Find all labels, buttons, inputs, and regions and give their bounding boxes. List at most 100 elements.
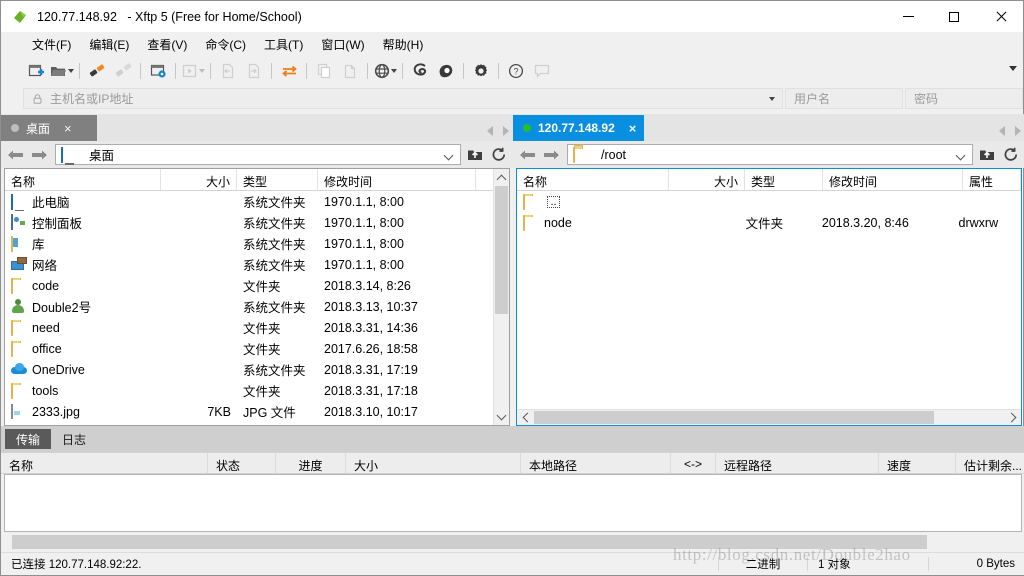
menu-view[interactable]: 查看(V) (138, 33, 196, 56)
remote-up-folder-button[interactable] (975, 143, 999, 167)
chevron-down-icon[interactable] (390, 69, 397, 73)
column-header-name[interactable]: 名称 (517, 169, 669, 190)
local-path-input[interactable]: 桌面 (55, 144, 461, 165)
menu-window[interactable]: 窗口(W) (312, 33, 373, 56)
table-row[interactable]: office 文件夹 2017.6.26, 18:58 (5, 338, 509, 359)
xshell-icon[interactable] (407, 59, 433, 83)
cell-modified: 2018.3.13, 10:37 (324, 299, 418, 314)
transfer-horizontal-scrollbar[interactable] (4, 534, 1022, 550)
username-input[interactable]: 用户名 (785, 87, 903, 109)
table-row[interactable]: 控制面板 系统文件夹 1970.1.1, 8:00 (5, 212, 509, 233)
host-input[interactable]: 主机名或IP地址 (23, 87, 783, 109)
tab-scroll-left-icon[interactable] (487, 126, 493, 136)
table-row[interactable]: 2333.jpg 7KB JPG 文件 2018.3.10, 10:17 (5, 401, 509, 422)
local-refresh-button[interactable] (487, 143, 511, 167)
table-row[interactable]: 库 系统文件夹 1970.1.1, 8:00 (5, 233, 509, 254)
password-input[interactable]: 密码 (905, 87, 1023, 109)
toolbar-overflow-icon[interactable] (1009, 66, 1017, 71)
help-icon[interactable]: ? (503, 59, 529, 83)
path-dropdown-icon[interactable] (443, 150, 454, 161)
remote-horizontal-scrollbar[interactable] (517, 409, 1021, 425)
tab-close-icon[interactable]: × (629, 121, 637, 136)
forward-button[interactable] (27, 143, 51, 167)
column-header-size[interactable]: 大小 (161, 169, 237, 190)
sync-browse-icon[interactable] (276, 59, 302, 83)
table-row[interactable]: OneDrive 系统文件夹 2018.3.31, 17:19 (5, 359, 509, 380)
gear-icon[interactable] (468, 59, 494, 83)
column-header-attributes[interactable]: 属性 (963, 169, 1021, 190)
session-manager-icon[interactable] (145, 59, 171, 83)
table-row[interactable]: tools 文件夹 2018.3.31, 17:18 (5, 380, 509, 401)
back-button[interactable] (515, 143, 539, 167)
lock-icon (33, 93, 42, 104)
xmanager-icon[interactable] (433, 59, 459, 83)
column-header-speed[interactable]: 速度 (879, 453, 956, 473)
open-folder-icon[interactable] (49, 59, 75, 83)
column-header-progress[interactable]: 进度 (276, 453, 346, 473)
table-row[interactable]: need 文件夹 2018.3.31, 14:36 (5, 317, 509, 338)
column-header-name[interactable]: 名称 (1, 453, 208, 473)
minimize-button[interactable] (885, 1, 931, 32)
column-header-direction[interactable]: <-> (671, 453, 716, 473)
globe-icon[interactable] (372, 59, 398, 83)
tab-transfer[interactable]: 传输 (5, 429, 52, 449)
tab-scroll-left-icon[interactable] (999, 126, 1005, 136)
remote-refresh-button[interactable] (999, 143, 1023, 167)
tab-remote-host[interactable]: 120.77.148.92 × (513, 115, 645, 141)
cell-type: 文件夹 (243, 385, 281, 399)
table-row[interactable]: Double2号 系统文件夹 2018.3.13, 10:37 (5, 296, 509, 317)
table-row[interactable]: code 文件夹 2018.3.14, 8:26 (5, 275, 509, 296)
scrollbar-thumb[interactable] (534, 411, 934, 424)
chevron-down-icon[interactable] (68, 69, 74, 73)
scroll-left-button[interactable] (517, 410, 534, 425)
scroll-up-button[interactable] (494, 169, 509, 186)
column-header-status[interactable]: 状态 (208, 453, 276, 473)
tab-log[interactable]: 日志 (51, 429, 97, 449)
local-file-list[interactable]: 名称 大小 类型 修改时间 此电脑 系统文件夹 1970.1.1, 8:00 控制面板… (4, 168, 510, 426)
new-session-icon[interactable] (23, 59, 49, 83)
transfer-list-body[interactable] (4, 474, 1022, 532)
column-header-size[interactable]: 大小 (346, 453, 521, 473)
tab-scroll-right-icon[interactable] (1015, 126, 1021, 136)
close-button[interactable] (977, 1, 1023, 32)
connect-icon[interactable] (84, 59, 110, 83)
tab-scroll-right-icon[interactable] (503, 126, 509, 136)
scroll-right-button[interactable] (1004, 410, 1021, 425)
remote-path-input[interactable]: /root (567, 144, 973, 165)
tab-close-icon[interactable]: × (64, 121, 72, 136)
column-header-size[interactable]: 大小 (669, 169, 745, 190)
cell-name: code (5, 277, 161, 294)
menu-help[interactable]: 帮助(H) (374, 33, 433, 56)
column-header-local-path[interactable]: 本地路径 (521, 453, 671, 473)
column-header-remote-path[interactable]: 远程路径 (716, 453, 879, 473)
local-vertical-scrollbar[interactable] (493, 169, 509, 425)
onedrive-icon (11, 362, 27, 378)
column-header-name[interactable]: 名称 (5, 169, 161, 190)
column-header-modified[interactable]: 修改时间 (823, 169, 963, 190)
host-dropdown-icon[interactable] (769, 96, 775, 101)
menu-file[interactable]: 文件(F) (23, 33, 80, 56)
back-button[interactable] (3, 143, 27, 167)
menu-command[interactable]: 命令(C) (196, 33, 255, 56)
table-row[interactable]: node 文件夹 2018.3.20, 8:46 drwxrw (517, 212, 1021, 233)
scrollbar-thumb[interactable] (12, 535, 927, 549)
table-row[interactable]: 此电脑 系统文件夹 1970.1.1, 8:00 (5, 191, 509, 212)
path-dropdown-icon[interactable] (955, 150, 966, 161)
table-row[interactable]: .. (517, 191, 1021, 212)
column-header-type[interactable]: 类型 (745, 169, 823, 190)
remote-file-list[interactable]: 名称 大小 类型 修改时间 属性 .. node 文件夹 2018.3.20, 8:4… (516, 168, 1022, 426)
menu-edit[interactable]: 编辑(E) (80, 33, 138, 56)
cell-name: .. (517, 193, 665, 210)
scrollbar-thumb[interactable] (495, 186, 508, 314)
local-up-folder-button[interactable] (463, 143, 487, 167)
forward-button[interactable] (539, 143, 563, 167)
column-header-type[interactable]: 类型 (237, 169, 318, 190)
scroll-down-button[interactable] (494, 408, 509, 425)
cell-name: OneDrive (5, 362, 161, 378)
table-row[interactable]: 网络 系统文件夹 1970.1.1, 8:00 (5, 254, 509, 275)
column-header-modified[interactable]: 修改时间 (318, 169, 476, 190)
maximize-button[interactable] (931, 1, 977, 32)
tab-local-desktop[interactable]: 桌面 × (1, 115, 97, 141)
menu-tools[interactable]: 工具(T) (255, 33, 312, 56)
column-header-eta[interactable]: 估计剩余... (956, 453, 1024, 473)
